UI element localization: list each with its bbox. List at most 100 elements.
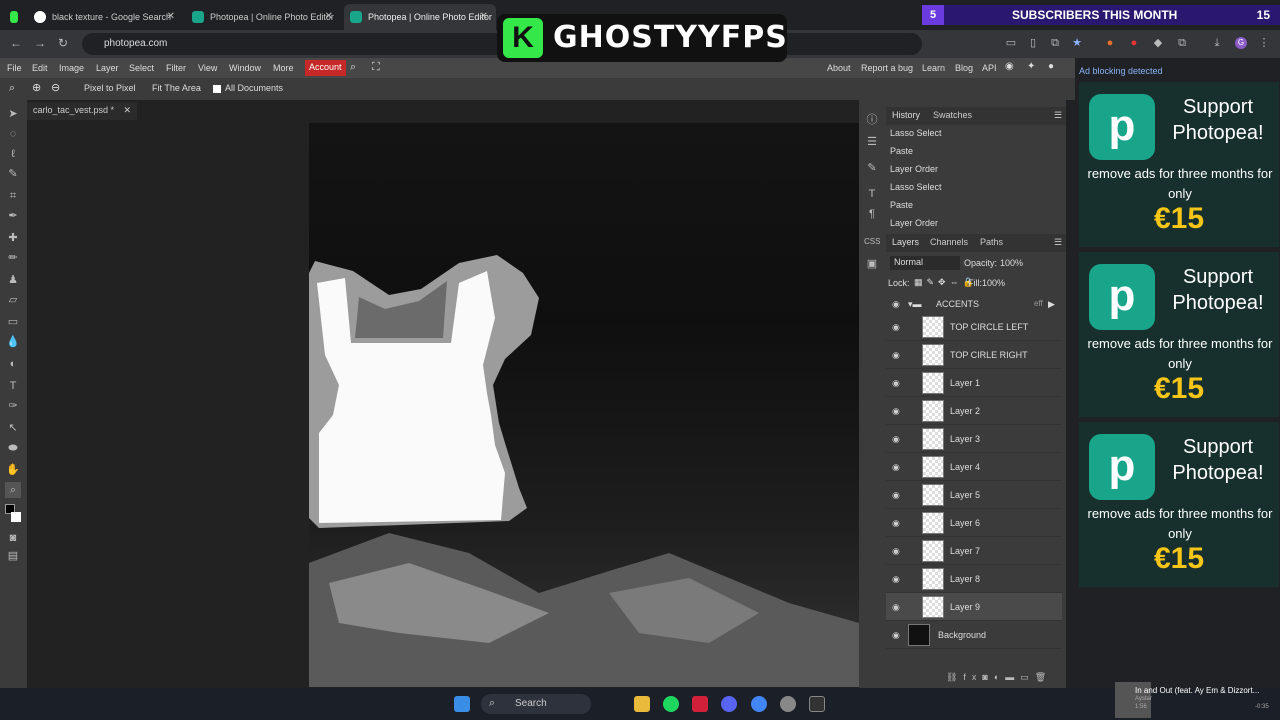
history-item[interactable]: Lasso Select [890,128,942,138]
ad-card[interactable]: p Support Photopea! remove ads for three… [1079,422,1279,587]
layer-group-accents[interactable]: ◉ ▾▬ ACCENTS eff ▶ [886,296,1062,312]
search-icon[interactable]: ⌕ [350,61,356,74]
opacity-value[interactable]: 100% [1000,258,1023,268]
windows-start-icon[interactable] [454,696,470,712]
visibility-eye-icon[interactable]: ◉ [892,322,900,333]
page-icon[interactable]: ▯ [1027,37,1039,49]
menu-learn[interactable]: Learn [922,63,945,73]
taskbar-search[interactable]: ⌕ Search [481,694,591,714]
twitter-icon[interactable]: ✦ [1027,61,1035,72]
blur-tool-icon[interactable]: 💧 [5,334,21,350]
menu-kebab-icon[interactable]: ⋮ [1258,37,1270,49]
menu-window[interactable]: Window [229,63,261,73]
all-documents-checkbox[interactable] [213,85,221,93]
fill-value[interactable]: 100% [982,278,1005,288]
layer-row-background[interactable]: ◉ Background [886,621,1062,649]
visibility-eye-icon[interactable]: ◉ [892,630,900,641]
layer-row[interactable]: ◉ Layer 6 [886,509,1062,537]
healing-tool-icon[interactable]: ✚ [5,230,21,246]
paragraph-icon[interactable]: ¶ [864,206,880,222]
tab-channels[interactable]: Channels [930,237,968,247]
background-color-swatch[interactable] [11,512,21,522]
layer-row[interactable]: ◉ Layer 1 [886,369,1062,397]
tab-photopea-1[interactable]: Photopea | Online Photo Editor ✕ [186,4,341,30]
menu-layer[interactable]: Layer [96,63,119,73]
download-icon[interactable]: ⤓ [1211,37,1223,49]
close-tab-icon[interactable]: ✕ [167,11,175,22]
file-explorer-icon[interactable] [634,696,650,712]
extension-icon[interactable]: ● [1104,37,1116,49]
info-icon[interactable]: ⓘ [864,112,880,128]
panel-menu-icon[interactable]: ☰ [1054,110,1062,121]
visibility-eye-icon[interactable]: ◉ [892,434,900,445]
history-item[interactable]: Paste [890,146,913,156]
visibility-eye-icon[interactable]: ◉ [892,546,900,557]
menu-blog[interactable]: Blog [955,63,973,73]
close-document-icon[interactable]: ✕ [123,105,131,116]
menu-image[interactable]: Image [59,63,84,73]
close-tab-icon[interactable]: ✕ [480,11,488,22]
layer-row[interactable]: ◉ TOP CIRLE RIGHT [886,341,1062,369]
menu-more[interactable]: More [273,63,294,73]
settings-icon[interactable] [780,696,796,712]
hand-tool-icon[interactable]: ✋ [5,462,21,478]
extension-icon[interactable]: ◆ [1152,37,1164,49]
layer-actions-bar[interactable]: ⛓fx◙◐▬▭🗑 [946,672,1066,684]
screenshot-icon[interactable]: ⧉ [1049,37,1061,49]
document-tab[interactable]: carlo_tac_vest.psd * ✕ [27,102,137,120]
image-icon[interactable]: ▣ [864,256,880,272]
menu-edit[interactable]: Edit [32,63,48,73]
zoom-out-icon[interactable]: ⊖ [51,81,60,94]
app-icon[interactable] [692,696,708,712]
tab-history[interactable]: History [892,110,920,120]
discord-icon[interactable] [721,696,737,712]
tab-swatches[interactable]: Swatches [933,110,972,120]
cast-icon[interactable]: ▭ [1005,37,1017,49]
blend-mode-select[interactable]: Normal [890,256,960,270]
history-item[interactable]: Paste [890,200,913,210]
panel-menu-icon[interactable]: ☰ [1054,237,1062,248]
menu-filter[interactable]: Filter [166,63,186,73]
facebook-icon[interactable]: ● [1048,61,1054,72]
properties-icon[interactable]: ☰ [864,134,880,150]
pen-tool-icon[interactable]: ✑ [5,398,21,414]
zoom-tool-icon[interactable]: ⌕ [5,482,21,498]
chrome-icon[interactable] [751,696,767,712]
path-select-tool-icon[interactable]: ↖ [5,420,21,436]
layer-row[interactable]: ◉ Layer 4 [886,453,1062,481]
ad-card[interactable]: p Support Photopea! remove ads for three… [1079,252,1279,417]
visibility-eye-icon[interactable]: ◉ [892,350,900,361]
layer-row[interactable]: ◉ Layer 3 [886,425,1062,453]
visibility-eye-icon[interactable]: ◉ [892,299,900,310]
fullscreen-icon[interactable]: ⛶ [372,61,380,74]
marquee-tool-icon[interactable]: ◌ [5,126,21,142]
brush-settings-icon[interactable]: ✎ [864,160,880,176]
shape-tool-icon[interactable]: ⬬ [5,440,21,456]
lasso-tool-icon[interactable]: ℓ [5,146,21,162]
quick-mask-icon[interactable]: ◙ [5,530,21,546]
history-item[interactable]: Layer Order [890,218,938,228]
profile-avatar[interactable]: G [1235,37,1247,49]
visibility-eye-icon[interactable]: ◉ [892,406,900,417]
brush-tool-icon[interactable]: ✏ [5,250,21,266]
profile-tab-icon[interactable] [4,4,24,30]
visibility-eye-icon[interactable]: ◉ [892,462,900,473]
spotify-icon[interactable] [663,696,679,712]
close-tab-icon[interactable]: ✕ [325,11,333,22]
tab-paths[interactable]: Paths [980,237,1003,247]
visibility-eye-icon[interactable]: ◉ [892,378,900,389]
clone-stamp-tool-icon[interactable]: ♟ [5,272,21,288]
pixel-to-pixel-button[interactable]: Pixel to Pixel [84,83,136,93]
image-canvas[interactable] [309,123,859,687]
screen-mode-icon[interactable]: ▤ [5,548,21,564]
visibility-eye-icon[interactable]: ◉ [892,574,900,585]
layer-row[interactable]: ◉ Layer 7 [886,537,1062,565]
app-icon[interactable] [809,696,825,712]
eyedropper-tool-icon[interactable]: ✒ [5,208,21,224]
menu-api[interactable]: API [982,63,997,73]
extensions-puzzle-icon[interactable]: ⧉ [1176,37,1188,49]
eraser-tool-icon[interactable]: ▱ [5,292,21,308]
layer-row[interactable]: ◉ Layer 2 [886,397,1062,425]
ad-card[interactable]: p Support Photopea! remove ads for three… [1079,82,1279,247]
visibility-eye-icon[interactable]: ◉ [892,490,900,501]
